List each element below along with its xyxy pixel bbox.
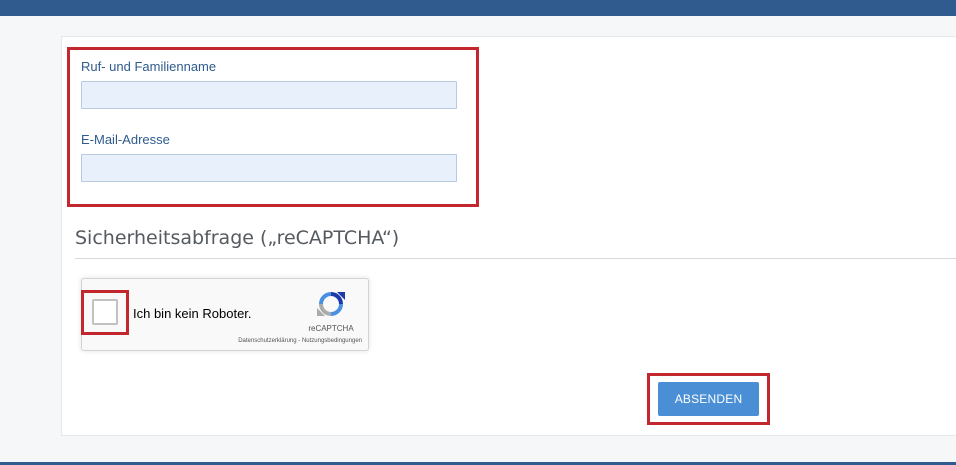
captcha-section-title: Sicherheitsabfrage („reCAPTCHA“) (75, 227, 400, 249)
top-header-bar (0, 0, 956, 16)
section-divider (75, 258, 956, 259)
email-input[interactable] (81, 154, 457, 182)
recaptcha-checkbox-label: Ich bin kein Roboter. (133, 306, 252, 321)
name-input[interactable] (81, 81, 457, 109)
terms-link[interactable]: Nutzungsbedingungen (302, 338, 362, 344)
privacy-link[interactable]: Datenschutzerklärung (238, 338, 296, 344)
recaptcha-logo-icon (317, 292, 345, 316)
submit-button[interactable]: ABSENDEN (658, 382, 759, 416)
recaptcha-checkbox[interactable] (92, 299, 118, 325)
email-field-label: E-Mail-Adresse (81, 132, 170, 147)
name-field-label: Ruf- und Familienname (81, 59, 217, 74)
recaptcha-brand-text: reCAPTCHA (308, 324, 354, 333)
recaptcha-links: Datenschutzerklärung - Nutzungsbedingung… (172, 338, 362, 344)
